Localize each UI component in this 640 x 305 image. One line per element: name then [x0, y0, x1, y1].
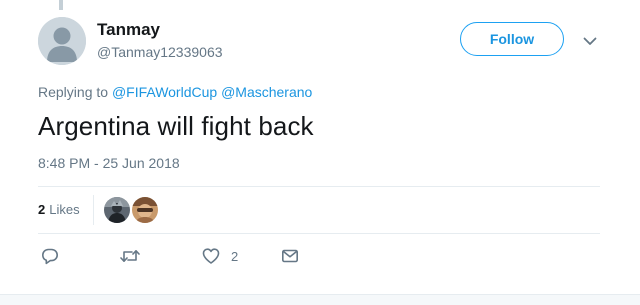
liker-avatar[interactable] [132, 197, 158, 223]
divider-bottom [38, 233, 600, 234]
likes-separator [93, 195, 94, 225]
tweet-text: Argentina will fight back [38, 111, 314, 141]
thread-connector-line [59, 0, 63, 10]
liker-avatar[interactable] [104, 197, 130, 223]
default-avatar-icon [38, 17, 86, 65]
like-count: 2 [231, 248, 239, 264]
tweet-actions: 2 [38, 244, 600, 270]
follow-button[interactable]: Follow [460, 22, 564, 56]
timeline-footer-band [0, 294, 640, 305]
likes-count[interactable]: 2 Likes [38, 202, 80, 217]
author-avatar[interactable] [38, 17, 86, 65]
replying-to-label: Replying to [38, 84, 109, 100]
retweet-button[interactable] [119, 244, 151, 268]
chevron-down-icon[interactable] [580, 31, 600, 51]
reply-button[interactable] [40, 244, 70, 268]
mention-link-fifaworldcup[interactable]: @FIFAWorldCup [112, 84, 217, 100]
envelope-icon [281, 249, 298, 263]
direct-message-button[interactable] [280, 244, 300, 268]
likes-count-number: 2 [38, 202, 46, 217]
replying-to: Replying to @FIFAWorldCup @Mascherano [38, 84, 312, 100]
like-button[interactable]: 2 [201, 244, 238, 268]
tweet-timestamp[interactable]: 8:48 PM - 25 Jun 2018 [38, 155, 180, 171]
reply-icon [42, 248, 58, 265]
likes-count-label: Likes [49, 202, 80, 217]
likes-row: 2 Likes [38, 187, 600, 233]
retweet-icon [120, 250, 140, 262]
author-handle[interactable]: @Tanmay12339063 [97, 44, 223, 60]
author-name[interactable]: Tanmay [97, 20, 160, 40]
mention-link-mascherano[interactable]: @Mascherano [221, 84, 312, 100]
heart-icon [202, 248, 220, 264]
